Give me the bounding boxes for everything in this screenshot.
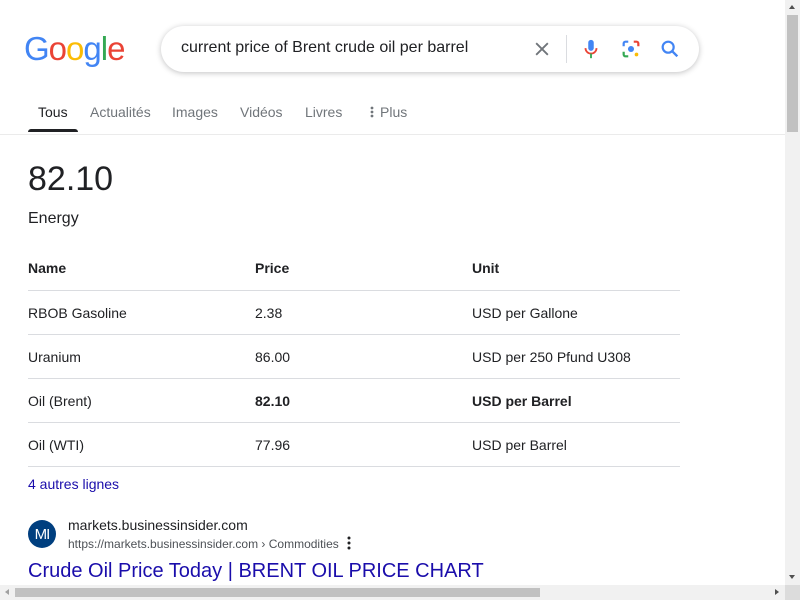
answer-value: 82.10 (28, 160, 114, 198)
tab-videos[interactable]: Vidéos (240, 104, 283, 120)
google-logo[interactable]: Google (24, 30, 125, 68)
table-row: Oil (WTI) 77.96 USD per Barrel (28, 423, 680, 467)
search-box[interactable]: current price of Brent crude oil per bar… (161, 26, 699, 72)
table-cell: USD per Barrel (472, 393, 572, 409)
answer-category: Energy (28, 210, 79, 227)
lens-icon[interactable] (619, 37, 643, 61)
search-tabs: Tous Actualités Images Vidéos Livres Plu… (0, 92, 785, 135)
scroll-down-icon[interactable] (789, 575, 795, 579)
search-input[interactable]: current price of Brent crude oil per bar… (181, 39, 468, 57)
more-rows-link[interactable]: 4 autres lignes (28, 476, 119, 492)
result-url[interactable]: https://markets.businessinsider.com › Co… (68, 537, 339, 551)
table-cell: RBOB Gasoline (28, 305, 127, 321)
scroll-up-icon[interactable] (789, 5, 795, 9)
table-row-highlighted: Oil (Brent) 82.10 USD per Barrel (28, 379, 680, 423)
scroll-right-icon[interactable] (775, 589, 779, 595)
table-cell: USD per Barrel (472, 437, 567, 453)
table-row: Uranium 86.00 USD per 250 Pfund U308 (28, 335, 680, 379)
more-options-icon[interactable] (347, 536, 351, 555)
close-icon[interactable] (530, 37, 554, 61)
table-cell: Oil (Brent) (28, 393, 92, 409)
logo-letter: g (83, 30, 101, 67)
search-divider (566, 35, 567, 63)
logo-letter: o (66, 30, 84, 67)
active-tab-indicator (28, 129, 78, 132)
table-cell: 86.00 (255, 349, 291, 365)
more-vert-icon (370, 105, 374, 121)
vertical-scrollbar[interactable] (785, 0, 800, 585)
microphone-icon[interactable] (579, 37, 603, 61)
tab-more[interactable]: Plus (370, 104, 407, 121)
table-cell: 2.38 (255, 305, 283, 321)
logo-letter: e (107, 30, 125, 67)
scroll-left-icon[interactable] (5, 589, 9, 595)
search-icon[interactable] (658, 37, 682, 61)
vertical-scroll-thumb[interactable] (787, 15, 798, 132)
table-row: RBOB Gasoline 2.38 USD per Gallone (28, 291, 680, 335)
site-favicon[interactable]: MI (28, 520, 56, 548)
tab-news[interactable]: Actualités (90, 104, 151, 120)
column-header: Name (28, 260, 67, 276)
table-cell: 77.96 (255, 437, 291, 453)
tab-books[interactable]: Livres (305, 104, 342, 120)
logo-letter: o (48, 30, 67, 67)
column-header: Price (255, 260, 290, 276)
table-cell: USD per 250 Pfund U308 (472, 349, 631, 365)
table-cell: USD per Gallone (472, 305, 578, 321)
tab-images[interactable]: Images (172, 104, 218, 120)
tab-all[interactable]: Tous (38, 104, 68, 120)
horizontal-scroll-thumb[interactable] (15, 588, 540, 597)
logo-letter: G (24, 30, 50, 67)
table-cell: Oil (WTI) (28, 437, 84, 453)
tab-more-label: Plus (380, 104, 408, 120)
horizontal-scrollbar[interactable] (0, 585, 785, 600)
table-cell: 82.10 (255, 393, 291, 409)
result-title-link[interactable]: Crude Oil Price Today | BRENT OIL PRICE … (28, 560, 484, 583)
table-cell: Uranium (28, 349, 81, 365)
table-header-row: Name Price Unit (28, 246, 680, 291)
column-header: Unit (472, 260, 500, 276)
result-site-name[interactable]: markets.businessinsider.com (68, 517, 248, 533)
scrollbar-corner (785, 585, 800, 600)
browser-viewport: Google current price of Brent crude oil … (0, 0, 785, 585)
commodity-table: Name Price Unit RBOB Gasoline 2.38 USD p… (28, 246, 680, 467)
